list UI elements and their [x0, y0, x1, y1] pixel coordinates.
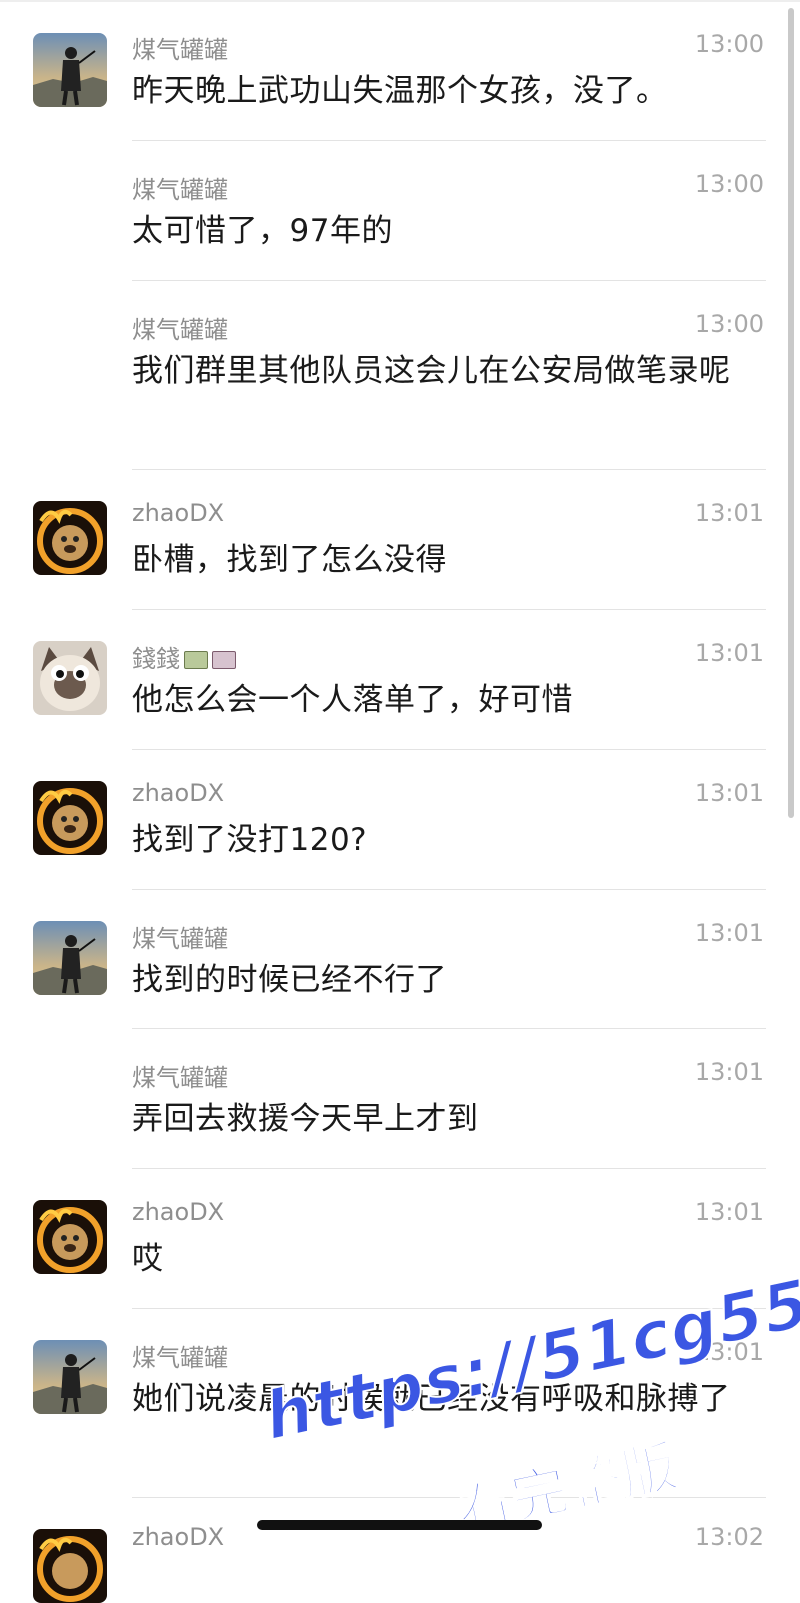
scrollbar[interactable] [788, 8, 794, 818]
message-text[interactable]: 太可惜了，97年的 [132, 208, 742, 255]
sender-name: 煤气罐罐 [132, 176, 228, 204]
message-time: 13:00 [694, 310, 764, 338]
sender-name: 煤气罐罐 [132, 316, 228, 344]
message-text[interactable]: 弄回去救援今天早上才到 [132, 1096, 742, 1143]
message-divider [132, 749, 766, 750]
sender-name: zhaoDX [132, 1198, 225, 1226]
message-divider [132, 1168, 766, 1169]
message-time: 13:01 [694, 1058, 764, 1086]
message-divider [132, 469, 766, 470]
message-time: 13:01 [694, 779, 764, 807]
message-text[interactable]: 哎 [132, 1236, 742, 1283]
hiker-avatar[interactable] [33, 33, 107, 107]
message-time: 13:01 [694, 1198, 764, 1226]
message-text[interactable]: 找到了没打120? [132, 817, 742, 864]
message-text[interactable]: 找到的时候已经不行了 [132, 957, 742, 1004]
message-divider [132, 1028, 766, 1029]
sender-name: 煤气罐罐 [132, 925, 228, 953]
ledger-emoji-icon [212, 651, 236, 669]
home-indicator[interactable] [257, 1520, 542, 1530]
money-emoji-icon [184, 651, 208, 669]
message-time: 13:02 [694, 1523, 764, 1551]
sender-name: zhaoDX [132, 499, 225, 527]
message-divider [132, 609, 766, 610]
message-time: 13:00 [694, 30, 764, 58]
message-divider [132, 280, 766, 281]
sender-name: zhaoDX [132, 1523, 225, 1551]
message-divider [132, 889, 766, 890]
message-text[interactable]: 他怎么会一个人落单了，好可惜 [132, 677, 742, 724]
sender-name: 煤气罐罐 [132, 1344, 228, 1372]
message-time: 13:01 [694, 919, 764, 947]
message-text[interactable]: 我们群里其他队员这会儿在公安局做笔录呢 [132, 348, 742, 395]
hiker-avatar[interactable] [33, 921, 107, 995]
message-text[interactable]: 卧槽，找到了怎么没得 [132, 537, 742, 584]
fire-dog-avatar[interactable] [33, 1529, 107, 1603]
sender-name: zhaoDX [132, 779, 225, 807]
sender-name-text: 錢錢 [132, 645, 180, 673]
fire-dog-avatar[interactable] [33, 781, 107, 855]
message-divider [132, 140, 766, 141]
sender-name: 煤气罐罐 [132, 1064, 228, 1092]
message-text[interactable]: 昨天晚上武功山失温那个女孩，没了。 [132, 68, 742, 115]
hiker-avatar[interactable] [33, 1340, 107, 1414]
sender-name: 錢錢 [132, 639, 236, 674]
message-time: 13:01 [694, 499, 764, 527]
message-time: 13:01 [694, 639, 764, 667]
sender-name: 煤气罐罐 [132, 36, 228, 64]
cat-avatar[interactable] [33, 641, 107, 715]
fire-dog-avatar[interactable] [33, 501, 107, 575]
message-time: 13:00 [694, 170, 764, 198]
fire-dog-avatar[interactable] [33, 1200, 107, 1274]
